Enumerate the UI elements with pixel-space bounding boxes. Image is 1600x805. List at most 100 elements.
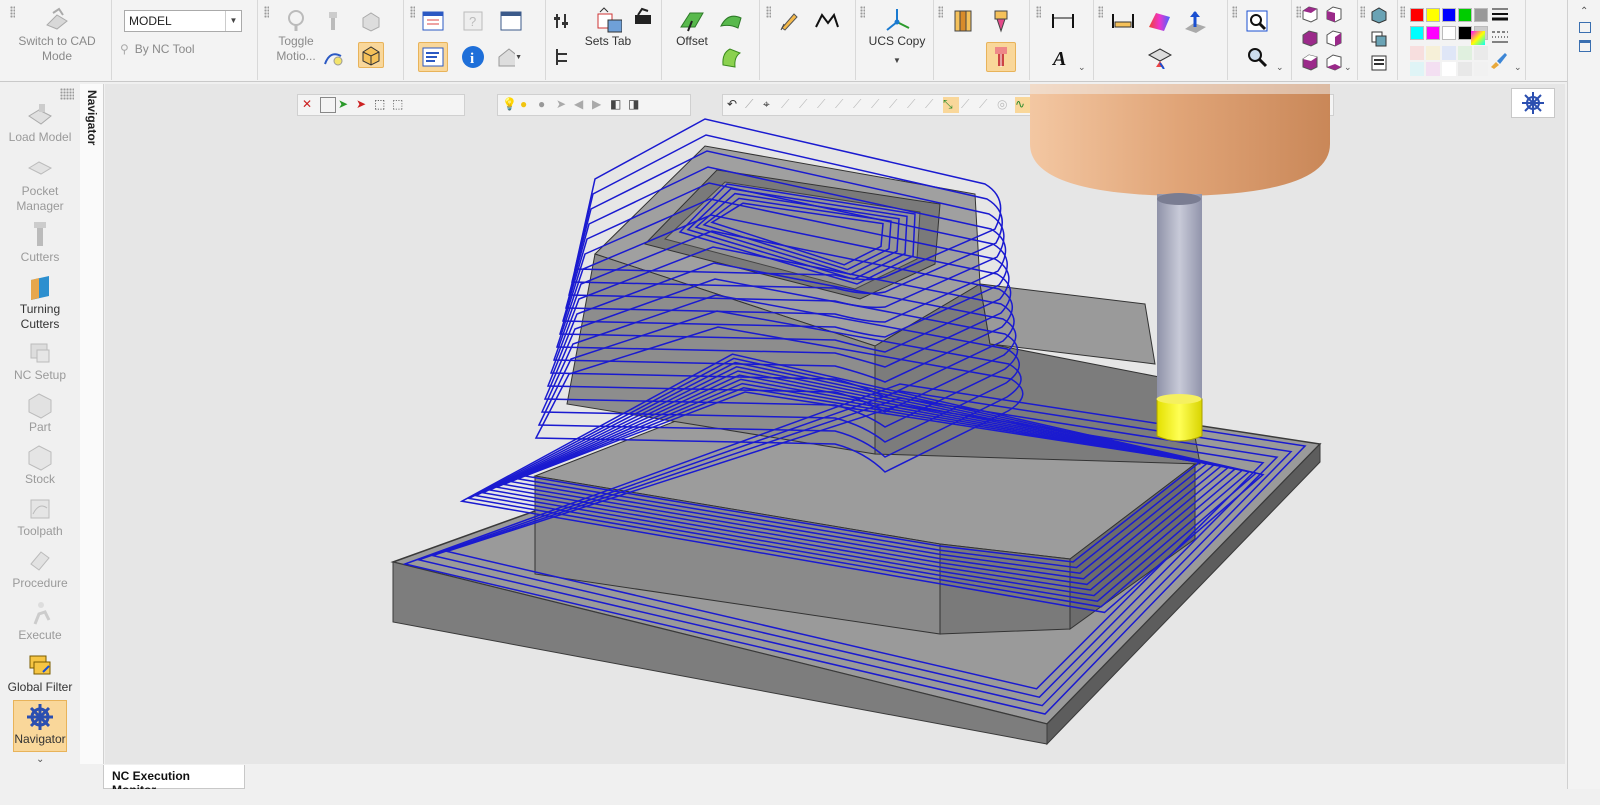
layer-stack-icon[interactable] xyxy=(1368,28,1390,50)
sidebar-item-toolpath[interactable]: Toolpath xyxy=(0,494,80,539)
group-grip[interactable] xyxy=(1360,6,1365,18)
normal-vector-icon[interactable] xyxy=(1182,8,1208,34)
cnc-part-model[interactable] xyxy=(105,84,1565,764)
sidebar-item-execute[interactable]: Execute xyxy=(0,598,80,643)
view-cube-top-icon[interactable] xyxy=(1300,4,1320,24)
offset-button[interactable]: Offset xyxy=(670,6,714,49)
sidebar-item-nc-setup[interactable]: NC Setup xyxy=(0,338,80,383)
expand-more-icon[interactable]: ⌄ xyxy=(1514,62,1522,73)
group-grip[interactable] xyxy=(410,6,415,18)
expand-more-icon[interactable]: ⌄ xyxy=(1078,62,1086,73)
faded-color-palette xyxy=(1410,46,1488,76)
paint-brush-icon[interactable] xyxy=(1486,48,1510,72)
group-grip[interactable] xyxy=(1400,6,1405,18)
offset-group: Offset xyxy=(662,0,760,80)
sidebar-item-part[interactable]: Part xyxy=(0,390,80,435)
dimension-icon[interactable] xyxy=(1050,8,1076,34)
switch-cad-label: Switch to CAD Mode xyxy=(18,34,96,63)
report-icon[interactable] xyxy=(418,42,448,72)
sets-tab-button[interactable]: Sets Tab xyxy=(580,6,636,49)
stock-view-icon[interactable] xyxy=(358,42,384,68)
group-grip[interactable] xyxy=(264,6,269,18)
sidebar-item-procedure[interactable]: Procedure xyxy=(0,546,80,591)
color-swatch[interactable] xyxy=(1458,8,1472,22)
sidebar-item-label: Turning Cutters xyxy=(19,302,61,331)
list-window-icon[interactable] xyxy=(420,8,446,34)
ucs-copy-button[interactable]: UCS Copy ▼ xyxy=(862,6,932,68)
group-grip[interactable] xyxy=(938,6,943,18)
chevron-down-icon[interactable]: ▼ xyxy=(225,11,241,31)
color-swatch[interactable] xyxy=(1426,8,1440,22)
ruler-icon[interactable] xyxy=(1110,8,1136,34)
layer-manager-icon[interactable] xyxy=(1368,52,1390,74)
restore-window-icon[interactable] xyxy=(1579,22,1591,33)
cutter-holder-icon[interactable] xyxy=(988,8,1014,34)
chevron-down-icon[interactable]: ▼ xyxy=(893,53,901,68)
color-swatch[interactable] xyxy=(1442,8,1456,22)
expand-more-icon[interactable]: ⌄ xyxy=(36,754,44,765)
shade-box-icon[interactable] xyxy=(358,8,384,34)
surface-extend-icon[interactable] xyxy=(718,44,744,70)
help-icon[interactable]: ? xyxy=(460,8,486,34)
model-select[interactable]: MODEL ▼ xyxy=(124,10,242,32)
collapse-ribbon-icon[interactable]: ⌃ xyxy=(1580,6,1588,17)
home-view-icon[interactable]: ▼ xyxy=(496,44,522,70)
by-nc-tool-button[interactable]: ⚲ By NC Tool xyxy=(120,42,250,57)
gradient-surface-icon[interactable] xyxy=(1146,8,1172,34)
line-style-icon[interactable] xyxy=(1488,26,1512,46)
view-cube-bottom-icon[interactable] xyxy=(1300,52,1320,72)
polyline-icon[interactable] xyxy=(814,8,840,34)
sidebar-item-load-model[interactable]: Load Model xyxy=(0,100,80,145)
group-grip[interactable] xyxy=(1232,6,1237,18)
sliders-icon[interactable] xyxy=(548,8,574,34)
layer-box-icon[interactable] xyxy=(1368,4,1390,26)
3d-viewport[interactable]: ✕ ➤ ➤ ⬚ ⬚ 💡 ● ● ➤ ◀ ▶ ◧ ◨ ↶ ⟋ ⌖ ⟋ ⟋ ⟋ ⟋ … xyxy=(105,84,1565,764)
surface-offset-icon[interactable] xyxy=(718,8,744,34)
sidebar-item-turning-cutters[interactable]: Turning Cutters xyxy=(0,272,80,332)
sidebar-item-stock[interactable]: Stock xyxy=(0,442,80,487)
group-grip[interactable] xyxy=(766,6,771,18)
sidebar-item-global-filter[interactable]: Global Filter xyxy=(0,650,80,695)
group-grip[interactable] xyxy=(1098,6,1103,18)
view-cube-right-icon[interactable] xyxy=(1324,28,1344,48)
tree-icon[interactable] xyxy=(548,44,574,70)
sidebar-item-label: Load Model xyxy=(8,130,72,144)
cutter-tool-icon[interactable] xyxy=(320,8,346,34)
expand-more-icon[interactable]: ⌄ xyxy=(1276,62,1284,73)
line-weight-icon[interactable] xyxy=(1488,4,1512,24)
switch-to-cad-mode-button[interactable]: Switch to CAD Mode xyxy=(12,6,102,64)
color-swatch[interactable] xyxy=(1410,8,1424,22)
color-swatch[interactable] xyxy=(1442,26,1456,40)
navigator-icon xyxy=(25,702,55,732)
sidebar-item-navigator[interactable]: Navigator xyxy=(0,702,80,747)
color-swatch[interactable] xyxy=(1474,8,1488,22)
sets-tab-label: Sets Tab xyxy=(584,34,632,48)
drill-tool-icon[interactable] xyxy=(986,42,1016,72)
color-swatch[interactable] xyxy=(1410,26,1424,40)
info-icon[interactable]: i xyxy=(460,44,486,70)
text-font-icon[interactable]: A xyxy=(1048,44,1074,70)
view-cube-iso-icon[interactable] xyxy=(1324,52,1344,72)
color-swatch[interactable] xyxy=(1426,26,1440,40)
sidebar-grip[interactable] xyxy=(60,88,74,100)
printer-icon[interactable] xyxy=(630,4,656,30)
surface-split-icon[interactable] xyxy=(1146,44,1172,70)
panel-window-icon[interactable] xyxy=(1579,40,1591,52)
view-cube-front-icon[interactable] xyxy=(1324,4,1344,24)
zoom-window-icon[interactable] xyxy=(1244,8,1270,34)
svg-text:?: ? xyxy=(469,14,476,29)
gradient-color-icon[interactable] xyxy=(1470,30,1486,46)
sidebar-item-pocket-manager[interactable]: Pocket Manager xyxy=(0,154,80,214)
group-grip[interactable] xyxy=(1036,6,1041,18)
nc-execution-monitor-tab[interactable]: NC Execution Monitor xyxy=(103,765,245,797)
blue-path-icon[interactable] xyxy=(320,44,346,70)
navigator-tab[interactable]: Navigator xyxy=(80,84,104,764)
sidebar-item-cutters[interactable]: Cutters xyxy=(0,220,80,265)
toggle-motion-button[interactable]: Toggle Motio... xyxy=(270,6,322,64)
zoom-icon[interactable] xyxy=(1244,44,1270,70)
stock-block-icon[interactable] xyxy=(950,8,976,34)
expand-more-icon[interactable]: ⌄ xyxy=(1344,62,1352,73)
window-icon[interactable] xyxy=(498,8,524,34)
pencil-edit-icon[interactable] xyxy=(776,8,802,34)
view-cube-left-icon[interactable] xyxy=(1300,28,1320,48)
